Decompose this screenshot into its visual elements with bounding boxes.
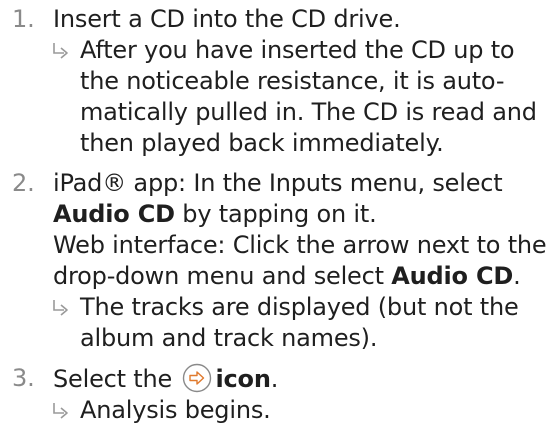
instruction-text: drop-down menu and select: [53, 262, 392, 290]
step-instruction: Web interface: Click the arrow next to t…: [53, 231, 547, 259]
step-instruction: Insert a CD into the CD drive.: [53, 5, 401, 33]
step-result: After you have inserted the CD up to the…: [53, 35, 553, 159]
result-line: matically pulled in. The CD is read and: [80, 98, 537, 126]
icon-word: icon: [215, 365, 271, 393]
step-3: 3. Select the icon. Analysis begins.: [0, 363, 553, 426]
result-line: The tracks are displayed (but not the: [80, 293, 519, 321]
step-number: 3.: [12, 364, 35, 392]
step-result: Analysis begins.: [53, 395, 553, 426]
result-line: the noticeable resistance, it is auto-: [80, 67, 505, 95]
instruction-text: Select the: [53, 365, 180, 393]
instruction-document: 1. Insert a CD into the CD drive. After …: [0, 0, 553, 448]
result-line: After you have inserted the CD up to: [80, 36, 515, 64]
result-line: album and track names).: [80, 324, 378, 352]
menu-option-name: Audio CD: [53, 200, 175, 228]
step-number: 2.: [12, 169, 35, 197]
step-result: The tracks are displayed (but not the al…: [53, 292, 553, 354]
menu-option-name: Audio CD: [391, 262, 514, 290]
instruction-text: .: [270, 365, 279, 393]
result-arrow-icon: [51, 298, 71, 318]
step-instruction: iPad® app: In the Inputs menu, select: [53, 169, 503, 197]
result-line: then played back immediately.: [80, 129, 444, 157]
step-instruction: Audio CD by tapping on it.: [53, 199, 553, 230]
result-line: Analysis begins.: [80, 396, 271, 424]
result-arrow-icon: [51, 41, 71, 61]
step-number: 1.: [12, 5, 35, 33]
step-instruction: drop-down menu and select Audio CD.: [53, 261, 553, 292]
step-instruction: Select the icon.: [53, 363, 553, 395]
step-1: 1. Insert a CD into the CD drive. After …: [0, 4, 553, 159]
instruction-text: .: [513, 262, 521, 290]
forward-arrow-circle-icon: [182, 363, 212, 393]
result-arrow-icon: [51, 401, 71, 421]
step-2: 2. iPad® app: In the Inputs menu, select…: [0, 168, 553, 354]
instruction-text: by tapping on it.: [174, 200, 377, 228]
